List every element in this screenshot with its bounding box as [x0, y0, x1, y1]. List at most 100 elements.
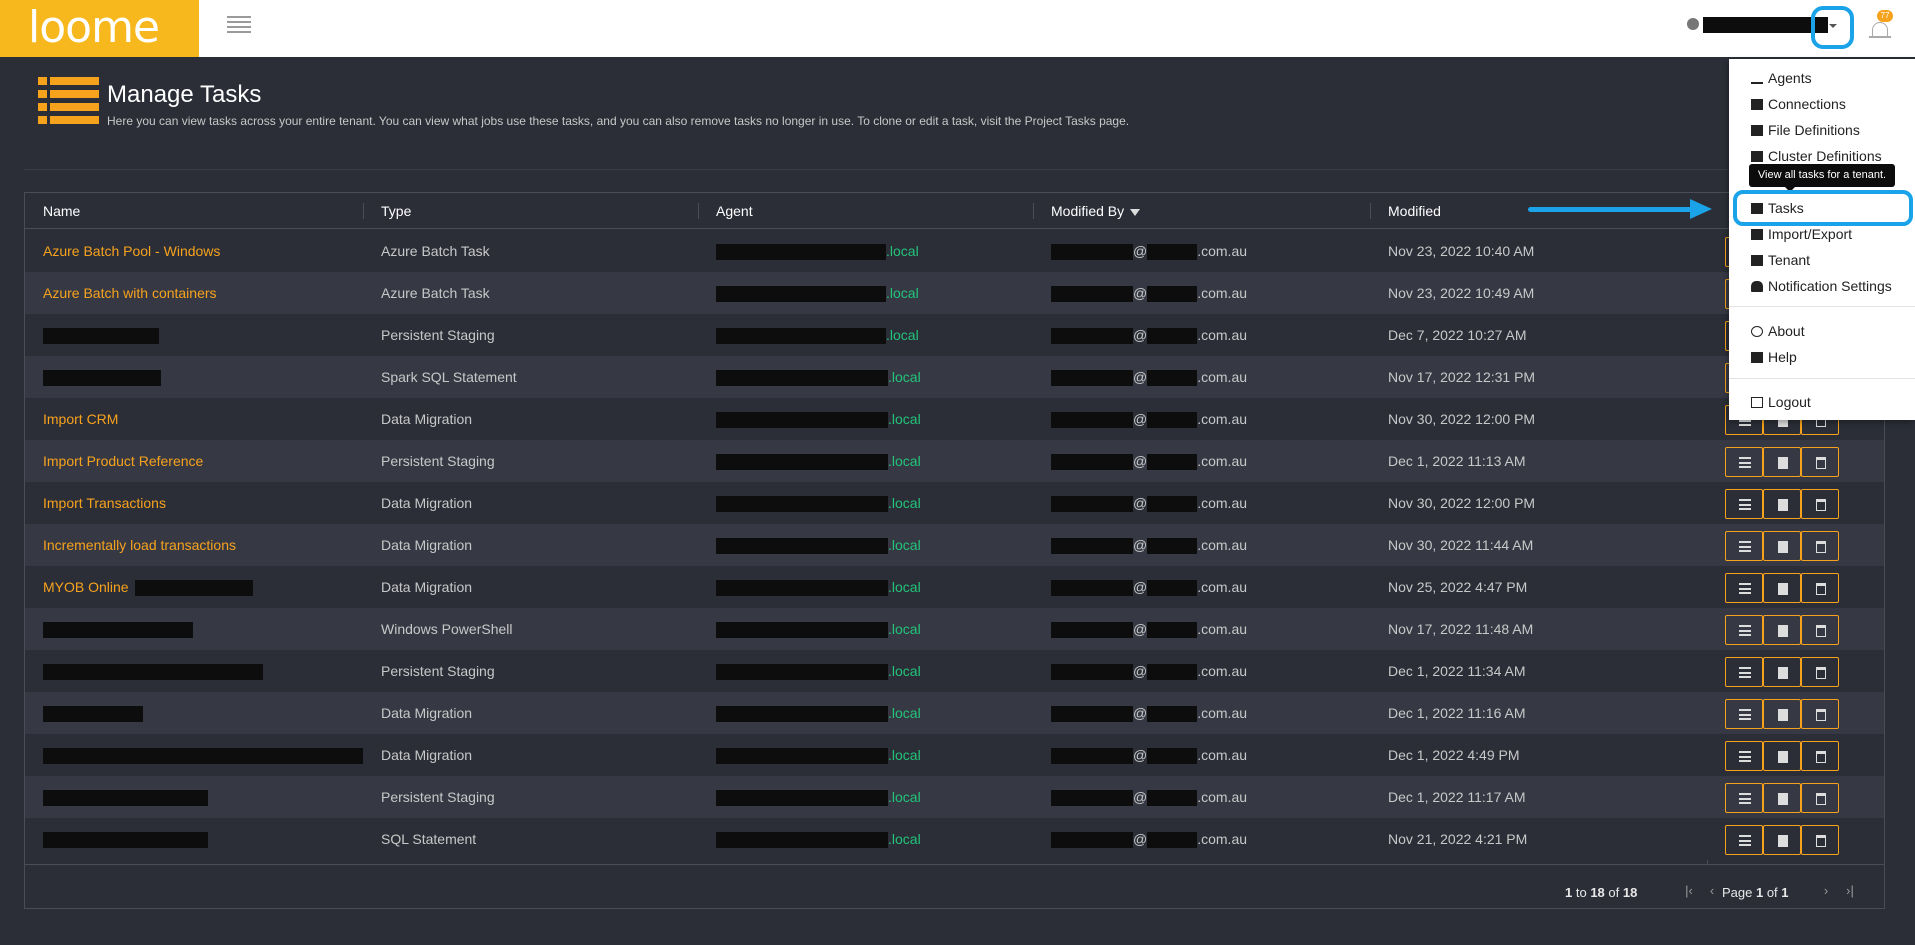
- task-agent: .local: [716, 734, 921, 776]
- menu-item-help[interactable]: Help: [1751, 347, 1797, 367]
- menu-item-tenant[interactable]: Tenant: [1751, 250, 1810, 270]
- table-row[interactable]: Incrementally load transactions Data Migr…: [25, 524, 1884, 566]
- view-details-button[interactable]: [1763, 447, 1801, 477]
- table-row[interactable]: Data Migration .local @ .com.au Dec 1, 2022 …: [25, 734, 1884, 776]
- tasks-table: Name Type Agent Modified By Modified Azu…: [24, 192, 1885, 909]
- view-details-button[interactable]: [1763, 825, 1801, 855]
- delete-task-button[interactable]: [1801, 489, 1839, 519]
- view-jobs-button[interactable]: [1725, 657, 1763, 687]
- annotation-arrow-shaft: [1528, 207, 1693, 212]
- view-details-button[interactable]: [1763, 573, 1801, 603]
- table-row[interactable]: Import CRM Data Migration .local @ .com.au No…: [25, 398, 1884, 440]
- column-header-name[interactable]: Name: [43, 193, 80, 229]
- first-page-icon[interactable]: |‹: [1682, 884, 1696, 898]
- redacted-name: [43, 706, 143, 723]
- agent-domain-suffix: .local: [888, 831, 921, 847]
- column-header-type[interactable]: Type: [381, 193, 411, 229]
- redacted-email-user: [1051, 412, 1133, 429]
- table-row[interactable]: Persistent Staging .local @ .com.au Dec 7, 2…: [25, 314, 1884, 356]
- table-row[interactable]: Windows PowerShell .local @ .com.au Nov 17, …: [25, 608, 1884, 650]
- menu-item-logout[interactable]: Logout: [1751, 392, 1811, 412]
- task-modified-by: @ .com.au: [1051, 272, 1247, 314]
- delete-task-button[interactable]: [1801, 741, 1839, 771]
- last-page-icon[interactable]: ›|: [1843, 884, 1857, 898]
- task-name: [43, 608, 193, 650]
- menu-item-about[interactable]: About: [1751, 321, 1805, 341]
- next-page-icon[interactable]: ›: [1819, 884, 1833, 898]
- table-row[interactable]: Persistent Staging .local @ .com.au Dec 1, 2…: [25, 776, 1884, 818]
- delete-task-button[interactable]: [1801, 657, 1839, 687]
- task-agent: .local: [716, 398, 921, 440]
- table-row[interactable]: Spark SQL Statement .local @ .com.au Nov 17,…: [25, 356, 1884, 398]
- menu-item-file-definitions[interactable]: File Definitions: [1751, 120, 1860, 140]
- view-details-button[interactable]: [1763, 615, 1801, 645]
- task-name[interactable]: Incrementally load transactions: [43, 524, 236, 566]
- delete-task-button[interactable]: [1801, 825, 1839, 855]
- view-jobs-button[interactable]: [1725, 825, 1763, 855]
- task-name[interactable]: Azure Batch with containers: [43, 272, 217, 314]
- table-row[interactable]: Import Product Reference Persistent Stagi…: [25, 440, 1884, 482]
- file-icon: [1778, 457, 1788, 469]
- view-jobs-button[interactable]: [1725, 489, 1763, 519]
- trash-icon: [1816, 457, 1826, 469]
- view-jobs-button[interactable]: [1725, 699, 1763, 729]
- task-name[interactable]: Import Transactions: [43, 482, 166, 524]
- notification-count-badge: 77: [1877, 10, 1893, 22]
- view-jobs-button[interactable]: [1725, 573, 1763, 603]
- delete-task-button[interactable]: [1801, 615, 1839, 645]
- delete-task-button[interactable]: [1801, 573, 1839, 603]
- table-row[interactable]: Import Transactions Data Migration .local @…: [25, 482, 1884, 524]
- view-details-button[interactable]: [1763, 783, 1801, 813]
- table-body: Azure Batch Pool - Windows Azure Batch Ta…: [25, 230, 1884, 864]
- table-row[interactable]: Azure Batch with containers Azure Batch T…: [25, 272, 1884, 314]
- view-details-button[interactable]: [1763, 699, 1801, 729]
- delete-task-button[interactable]: [1801, 699, 1839, 729]
- notification-bell-icon[interactable]: 77: [1869, 10, 1893, 40]
- task-name[interactable]: Azure Batch Pool - Windows: [43, 230, 220, 272]
- column-header-agent[interactable]: Agent: [716, 193, 753, 229]
- menu-item-cluster-definitions[interactable]: Cluster Definitions: [1751, 146, 1882, 166]
- view-details-button[interactable]: [1763, 741, 1801, 771]
- task-type: Azure Batch Task: [381, 285, 490, 301]
- delete-task-button[interactable]: [1801, 783, 1839, 813]
- table-row[interactable]: MYOB Online Data Migration .local @ .com.au N…: [25, 566, 1884, 608]
- email-suffix: .com.au: [1197, 285, 1248, 301]
- view-jobs-button[interactable]: [1725, 783, 1763, 813]
- hamburger-menu-icon[interactable]: [227, 16, 251, 34]
- menu-item-notification-settings[interactable]: Notification Settings: [1751, 276, 1892, 296]
- table-row[interactable]: Data Migration .local @ .com.au Dec 1, 2022 …: [25, 692, 1884, 734]
- filter-icon[interactable]: [1130, 208, 1141, 216]
- task-name[interactable]: MYOB Online: [43, 566, 253, 608]
- previous-page-icon[interactable]: ‹: [1705, 884, 1719, 898]
- view-jobs-button[interactable]: [1725, 741, 1763, 771]
- delete-task-button[interactable]: [1801, 531, 1839, 561]
- list-icon: [1739, 541, 1751, 552]
- header-divider: [24, 169, 1884, 170]
- menu-item-import-export[interactable]: Import/Export: [1751, 224, 1852, 244]
- view-details-button[interactable]: [1763, 531, 1801, 561]
- file-icon: [1778, 499, 1788, 511]
- tasks-list-icon: [38, 77, 99, 125]
- column-header-modified-by[interactable]: Modified By: [1051, 193, 1141, 229]
- file-icon: [1778, 751, 1788, 763]
- view-jobs-button[interactable]: [1725, 447, 1763, 477]
- task-modified-by: @ .com.au: [1051, 482, 1247, 524]
- redacted-email-user: [1051, 538, 1133, 555]
- task-name[interactable]: Import Product Reference: [43, 440, 203, 482]
- view-jobs-button[interactable]: [1725, 531, 1763, 561]
- column-header-modified[interactable]: Modified: [1388, 193, 1441, 229]
- view-details-button[interactable]: [1763, 489, 1801, 519]
- table-row[interactable]: SQL Statement .local @ .com.au Nov 21, 2022 …: [25, 818, 1884, 860]
- table-row[interactable]: Azure Batch Pool - Windows Azure Batch Ta…: [25, 230, 1884, 272]
- task-name[interactable]: Import CRM: [43, 398, 118, 440]
- menu-item-agents[interactable]: Agents: [1751, 68, 1812, 88]
- view-details-button[interactable]: [1763, 657, 1801, 687]
- loome-logo[interactable]: loome: [0, 0, 199, 57]
- menu-item-connections[interactable]: Connections: [1751, 94, 1846, 114]
- delete-task-button[interactable]: [1801, 447, 1839, 477]
- user-name-redacted[interactable]: [1703, 17, 1828, 33]
- cluster-icon: [1751, 151, 1763, 162]
- table-row[interactable]: Persistent Staging .local @ .com.au Dec 1, 2…: [25, 650, 1884, 692]
- user-menu-toggle[interactable]: [1811, 6, 1854, 49]
- view-jobs-button[interactable]: [1725, 615, 1763, 645]
